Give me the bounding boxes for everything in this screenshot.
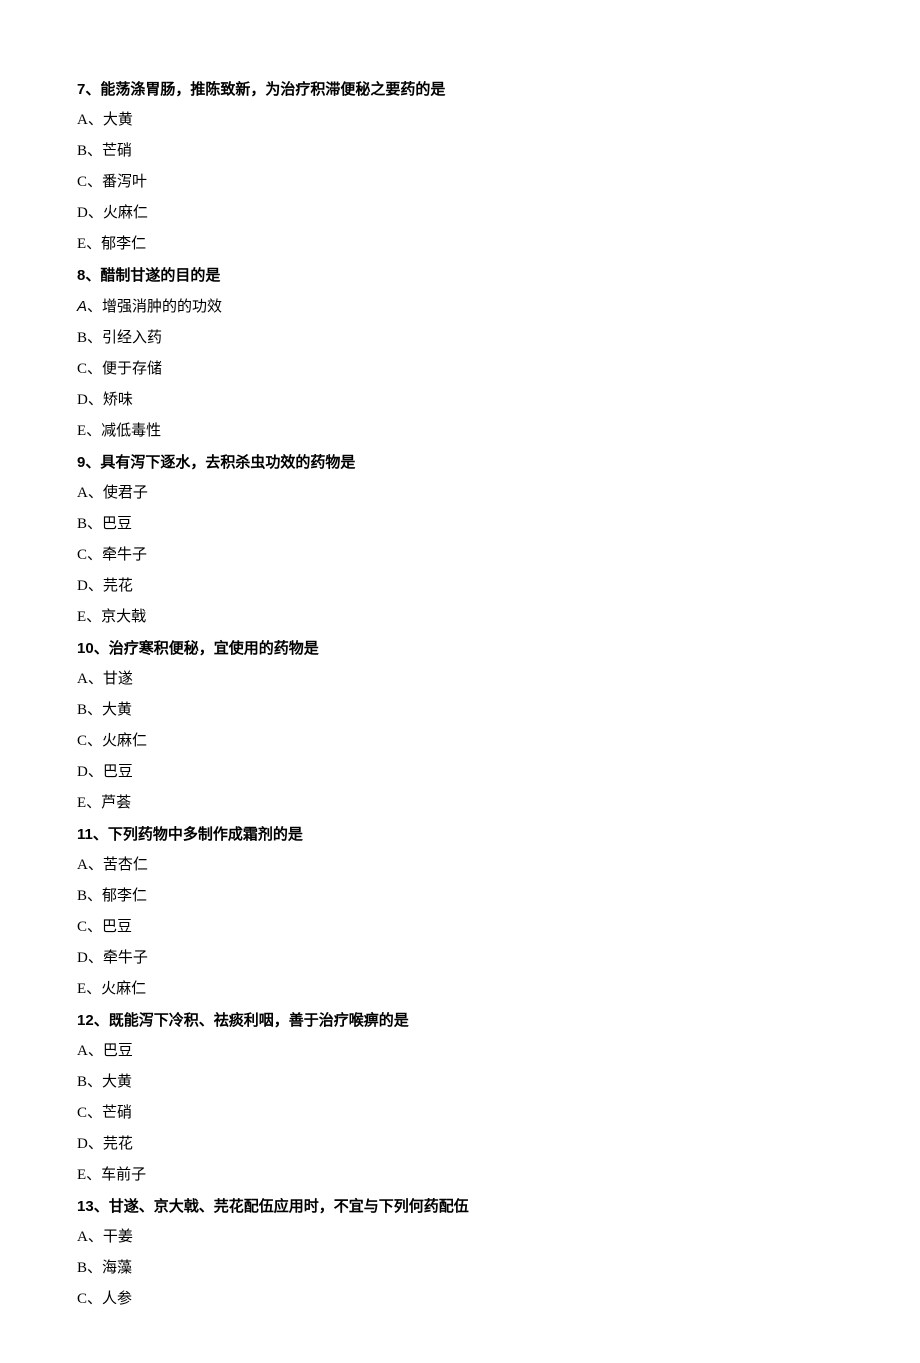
option-d: D、巴豆 xyxy=(77,765,920,780)
question-text: 、既能泻下冷积、祛痰利咽，善于治疗喉痹的是 xyxy=(94,1012,409,1029)
option-a: A、苦杏仁 xyxy=(77,858,920,873)
question-number: 12 xyxy=(77,1012,94,1029)
option-b: B、芒硝 xyxy=(77,144,920,159)
option-b: B、巴豆 xyxy=(77,517,920,532)
question-stem: 12、既能泻下冷积、祛痰利咽，善于治疗喉痹的是 xyxy=(77,1013,920,1028)
option-b: B、郁李仁 xyxy=(77,889,920,904)
question-number: 10 xyxy=(77,640,94,657)
option-c: C、牵牛子 xyxy=(77,548,920,563)
question-text: 、甘遂、京大戟、芫花配伍应用时，不宜与下列何药配伍 xyxy=(94,1198,469,1215)
question-text: 、治疗寒积便秘，宜使用的药物是 xyxy=(94,640,319,657)
option-a: A、使君子 xyxy=(77,486,920,501)
option-a: A、增强消肿的的功效 xyxy=(77,299,920,315)
question-text: 、醋制甘遂的目的是 xyxy=(85,267,220,284)
question-block: 11、下列药物中多制作成霜剂的是 A、苦杏仁 B、郁李仁 C、巴豆 D、牵牛子 … xyxy=(77,827,920,997)
option-e: E、火麻仁 xyxy=(77,982,920,997)
option-a: A、干姜 xyxy=(77,1230,920,1245)
option-d: D、矫味 xyxy=(77,393,920,408)
option-c: C、芒硝 xyxy=(77,1106,920,1121)
question-stem: 13、甘遂、京大戟、芫花配伍应用时，不宜与下列何药配伍 xyxy=(77,1199,920,1214)
question-block: 9、具有泻下逐水，去积杀虫功效的药物是 A、使君子 B、巴豆 C、牵牛子 D、芫… xyxy=(77,455,920,625)
option-d: D、芫花 xyxy=(77,1137,920,1152)
document-page: 7、能荡涤胃肠，推陈致新，为治疗积滞便秘之要药的是 A、大黄 B、芒硝 C、番泻… xyxy=(0,0,920,1363)
option-c: C、番泻叶 xyxy=(77,175,920,190)
question-number: 13 xyxy=(77,1198,94,1215)
question-stem: 7、能荡涤胃肠，推陈致新，为治疗积滞便秘之要药的是 xyxy=(77,82,920,97)
option-c: C、火麻仁 xyxy=(77,734,920,749)
question-text: 、具有泻下逐水，去积杀虫功效的药物是 xyxy=(85,454,355,471)
option-a: A、巴豆 xyxy=(77,1044,920,1059)
question-block: 12、既能泻下冷积、祛痰利咽，善于治疗喉痹的是 A、巴豆 B、大黄 C、芒硝 D… xyxy=(77,1013,920,1183)
question-stem: 9、具有泻下逐水，去积杀虫功效的药物是 xyxy=(77,455,920,470)
option-c: C、便于存储 xyxy=(77,362,920,377)
question-block: 10、治疗寒积便秘，宜使用的药物是 A、甘遂 B、大黄 C、火麻仁 D、巴豆 E… xyxy=(77,641,920,811)
option-d: D、火麻仁 xyxy=(77,206,920,221)
option-c: C、巴豆 xyxy=(77,920,920,935)
question-block: 8、醋制甘遂的目的是 A、增强消肿的的功效 B、引经入药 C、便于存储 D、矫味… xyxy=(77,268,920,439)
option-b: B、大黄 xyxy=(77,703,920,718)
option-a: A、大黄 xyxy=(77,113,920,128)
option-a: A、甘遂 xyxy=(77,672,920,687)
option-e: E、芦荟 xyxy=(77,796,920,811)
option-e: E、减低毒性 xyxy=(77,424,920,439)
option-c: C、人参 xyxy=(77,1292,920,1307)
option-e: E、车前子 xyxy=(77,1168,920,1183)
option-d: D、牵牛子 xyxy=(77,951,920,966)
option-b: B、引经入药 xyxy=(77,331,920,346)
question-stem: 10、治疗寒积便秘，宜使用的药物是 xyxy=(77,641,920,656)
option-d: D、芫花 xyxy=(77,579,920,594)
question-block: 7、能荡涤胃肠，推陈致新，为治疗积滞便秘之要药的是 A、大黄 B、芒硝 C、番泻… xyxy=(77,82,920,252)
question-text: 、下列药物中多制作成霜剂的是 xyxy=(93,826,303,843)
option-e: E、京大戟 xyxy=(77,610,920,625)
question-text: 、能荡涤胃肠，推陈致新，为治疗积滞便秘之要药的是 xyxy=(85,81,445,98)
option-b: B、海藻 xyxy=(77,1261,920,1276)
option-e: E、郁李仁 xyxy=(77,237,920,252)
question-block: 13、甘遂、京大戟、芫花配伍应用时，不宜与下列何药配伍 A、干姜 B、海藻 C、… xyxy=(77,1199,920,1307)
question-number: 11 xyxy=(77,826,93,843)
question-stem: 11、下列药物中多制作成霜剂的是 xyxy=(77,827,920,842)
question-stem: 8、醋制甘遂的目的是 xyxy=(77,268,920,283)
option-b: B、大黄 xyxy=(77,1075,920,1090)
